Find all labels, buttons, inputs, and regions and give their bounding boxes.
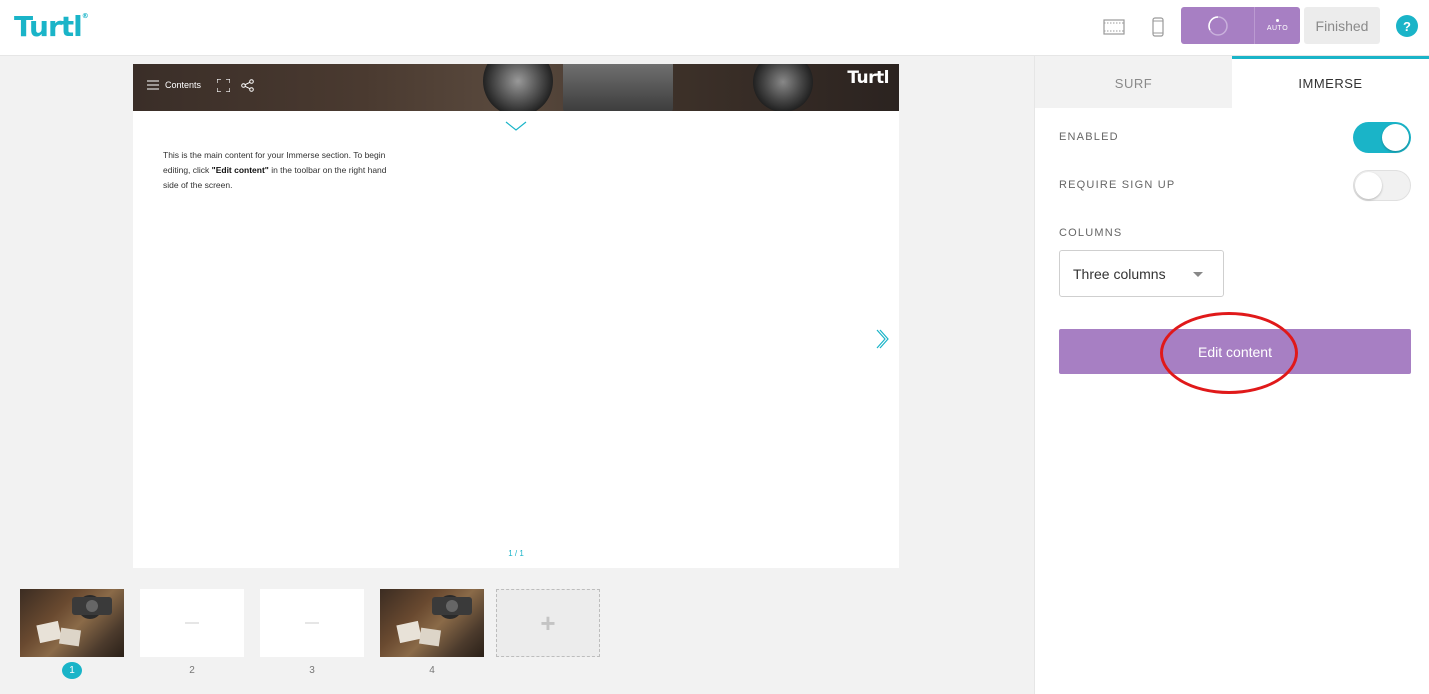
hamburger-icon [147,80,159,90]
help-icon[interactable]: ? [1396,15,1418,37]
thumbnail-photo-image [396,595,472,647]
page-indicator: 1 / 1 [508,549,524,558]
toggle-knob [1382,124,1409,151]
thumbnail-photo-image [36,595,112,647]
tab-surf[interactable]: SURF [1035,56,1232,108]
hero-controls: Contents [133,64,259,106]
page-thumbnail-3[interactable] [260,589,364,657]
desktop-view-icon[interactable] [1101,14,1127,40]
toggle-knob [1355,172,1382,199]
auto-label: AUTO [1266,25,1289,32]
enabled-label: ENABLED [1059,131,1119,143]
require-signup-toggle[interactable] [1353,170,1411,201]
thumbnail-placeholder [185,622,199,624]
body-text-bold: "Edit content" [211,165,269,175]
camera-body-image [563,64,673,111]
hero-banner: Contents Turtl [133,64,899,111]
auto-dot-icon [1276,19,1279,22]
chevron-down-icon [1193,272,1203,277]
hero-turtl-logo: Turtl [847,68,889,88]
double-chevron-right-icon[interactable] [875,328,889,355]
turtl-logo[interactable]: Turtl® [14,10,89,43]
page-thumbnail-1[interactable] [20,589,124,657]
fullscreen-icon[interactable] [211,64,235,106]
thumbnail-number-2: 2 [189,665,195,676]
loading-circle-icon [1207,15,1228,36]
preview-button[interactable] [1181,7,1255,44]
thumbnail-number-4: 4 [429,665,435,676]
page-thumbnail-2[interactable] [140,589,244,657]
require-signup-label: REQUIRE SIGN UP [1059,179,1176,191]
contents-menu-button[interactable]: Contents [133,64,211,106]
camera-lens-image [483,64,553,111]
preview-group: AUTO [1181,7,1300,44]
enabled-toggle[interactable] [1353,122,1411,153]
finished-button[interactable]: Finished [1304,7,1380,44]
auto-preview-button[interactable]: AUTO [1255,7,1300,44]
chevron-down-icon[interactable] [505,118,527,136]
logo-trademark: ® [81,12,89,20]
share-icon[interactable] [235,64,259,106]
tab-immerse[interactable]: IMMERSE [1232,56,1429,108]
columns-selected-value: Three columns [1073,265,1166,282]
columns-select[interactable]: Three columns [1059,250,1224,297]
thumbnail-placeholder [305,622,319,624]
settings-panel: SURF IMMERSE ENABLED REQUIRE SIGN UP COL… [1034,56,1429,694]
thumbnail-number-1: 1 [20,662,124,679]
top-bar: Turtl® AUTO Finished ? [0,0,1429,56]
immerse-body-text: This is the main content for your Immers… [163,148,393,193]
edit-content-button[interactable]: Edit content [1059,329,1411,374]
add-page-button[interactable]: + [496,589,600,657]
thumbnail-number-badge: 1 [62,662,82,679]
preview-canvas: Contents Turtl This is the main content … [133,64,899,568]
page-thumbnail-4[interactable] [380,589,484,657]
camera-dial-image [753,64,813,111]
thumbnail-number-3: 3 [309,665,315,676]
contents-label: Contents [165,80,202,90]
columns-label: COLUMNS [1059,227,1123,239]
mobile-view-icon[interactable] [1145,14,1171,40]
panel-tabs: SURF IMMERSE [1035,56,1429,108]
logo-text: Turtl [14,10,83,43]
